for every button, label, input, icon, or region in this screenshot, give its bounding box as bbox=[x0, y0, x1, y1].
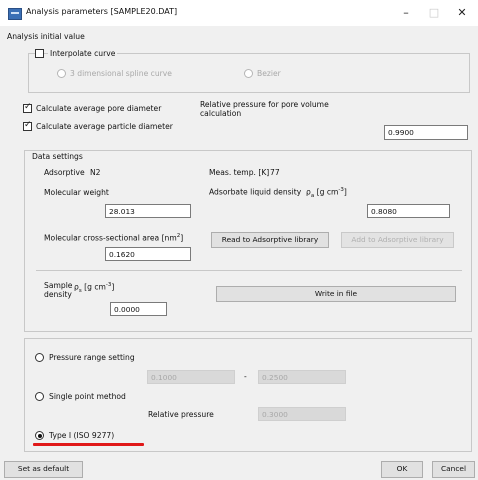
single-point-label: Single point method bbox=[49, 392, 126, 401]
cancel-button[interactable]: Cancel bbox=[432, 461, 475, 478]
set-as-default-button[interactable]: Set as default bbox=[4, 461, 83, 478]
relative-pressure-label: Relative pressure bbox=[148, 410, 214, 419]
pressure-range-to-input[interactable]: 0.2500 bbox=[258, 370, 346, 384]
window-title: Analysis parameters [SAMPLE20.DAT] bbox=[26, 7, 178, 16]
relative-pressure-input[interactable]: 0.3000 bbox=[258, 407, 346, 421]
avg-particle-label: Calculate average particle diameter bbox=[36, 122, 173, 131]
molecular-weight-input[interactable]: 28.013 bbox=[105, 204, 191, 218]
ok-button[interactable]: OK bbox=[381, 461, 423, 478]
type1-radio[interactable] bbox=[35, 431, 44, 440]
pressure-range-label: Pressure range setting bbox=[49, 353, 135, 362]
molecular-weight-label: Molecular weight bbox=[44, 188, 109, 197]
adsorbate-liquid-density-input[interactable]: 0.8080 bbox=[367, 204, 450, 218]
avg-pore-label: Calculate average pore diameter bbox=[36, 104, 162, 113]
data-settings-label: Data settings bbox=[32, 152, 83, 161]
app-icon bbox=[8, 8, 22, 20]
analysis-initial-value-label: Analysis initial value bbox=[7, 32, 85, 41]
cross-sectional-area-label: Molecular cross-sectional area [nm2] bbox=[44, 233, 184, 243]
maximize-button[interactable]: □ bbox=[420, 4, 448, 22]
write-in-file-button[interactable]: Write in file bbox=[216, 286, 456, 302]
spline-label: 3 dimensional spline curve bbox=[70, 69, 172, 78]
adsorptive-label: Adsorptive bbox=[44, 168, 85, 177]
meas-temp-label: Meas. temp. [K] bbox=[209, 168, 270, 177]
adsorptive-value: N2 bbox=[90, 168, 101, 177]
red-underline-annotation bbox=[33, 443, 144, 446]
avg-pore-checkbox[interactable] bbox=[23, 102, 32, 113]
separator bbox=[36, 270, 462, 271]
spline-radio[interactable] bbox=[57, 69, 66, 78]
close-button[interactable]: ✕ bbox=[448, 4, 476, 22]
interpolate-checkbox[interactable] bbox=[35, 49, 44, 58]
relative-pressure-pore-label: Relative pressure for pore volume calcul… bbox=[200, 100, 329, 118]
bezier-radio[interactable] bbox=[244, 69, 253, 78]
type1-label: Type I (ISO 9277) bbox=[49, 431, 115, 440]
sample-density-input[interactable]: 0.0000 bbox=[110, 302, 167, 316]
adsorbate-liquid-density-label: Adsorbate liquid density ρa [g cm-3] bbox=[209, 187, 347, 200]
minimize-button[interactable]: – bbox=[392, 4, 420, 22]
cross-sectional-area-input[interactable]: 0.1620 bbox=[105, 247, 191, 261]
read-library-button[interactable]: Read to Adsorptive library bbox=[211, 232, 329, 248]
interpolate-label: Interpolate curve bbox=[48, 49, 118, 58]
avg-particle-checkbox[interactable] bbox=[23, 120, 32, 131]
pressure-range-dash: - bbox=[244, 372, 247, 381]
sample-density-unit: ρs [g cm-3] bbox=[74, 282, 115, 295]
bezier-label: Bezier bbox=[257, 69, 281, 78]
meas-temp-value: 77 bbox=[270, 168, 280, 177]
pressure-range-radio[interactable] bbox=[35, 353, 44, 362]
pore-volume-pressure-input[interactable]: 0.9900 bbox=[384, 125, 468, 140]
sample-density-label: Sample density bbox=[44, 281, 73, 299]
add-library-button[interactable]: Add to Adsorptive library bbox=[341, 232, 454, 248]
pressure-range-from-input[interactable]: 0.1000 bbox=[147, 370, 235, 384]
single-point-radio[interactable] bbox=[35, 392, 44, 401]
